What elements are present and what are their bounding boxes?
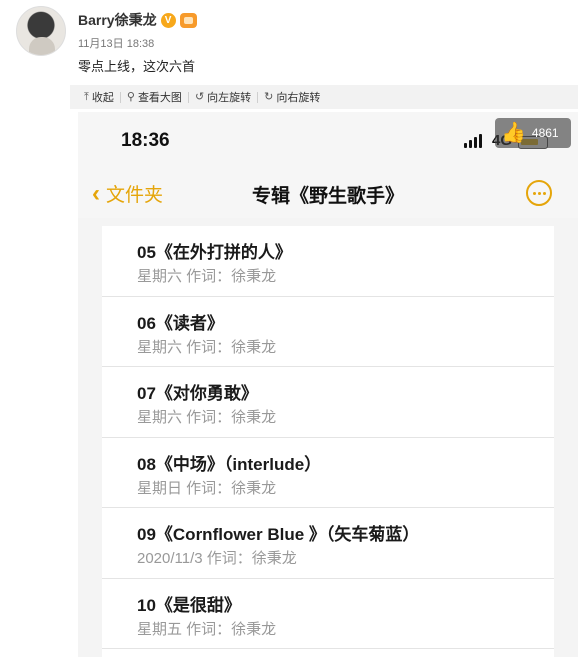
track-title: 10《是很甜》 bbox=[137, 595, 241, 615]
zoom-icon: ⚲ bbox=[126, 90, 135, 103]
rotate-left-button[interactable]: ↺ 向左旋转 bbox=[189, 89, 257, 105]
collapse-button[interactable]: ⤒ 收起 bbox=[78, 89, 120, 105]
track-title: 05《在外打拼的人》 bbox=[137, 243, 292, 262]
list-item[interactable]: 06《读者》 星期六 作词：徐秉龙 bbox=[102, 297, 554, 367]
signal-icon bbox=[464, 134, 482, 148]
track-list: 05《在外打拼的人》 星期六 作词：徐秉龙 06《读者》 星期六 作词：徐秉龙 … bbox=[102, 226, 554, 657]
notes-nav-bar: ‹ 文件夹 专辑《野生歌手》 bbox=[78, 168, 578, 218]
image-toolbar: ⤒ 收起 ⚲ 查看大图 ↺ 向左旋转 ↻ 向右旋转 bbox=[70, 85, 578, 109]
rotate-left-icon: ↺ bbox=[194, 90, 205, 103]
list-item[interactable]: 07《对你勇敢》 星期六 作词：徐秉龙 bbox=[102, 367, 554, 438]
rotate-right-icon: ↻ bbox=[264, 90, 274, 103]
list-item[interactable]: 05《在外打拼的人》 星期六 作词：徐秉龙 bbox=[102, 226, 554, 297]
view-large-label: 查看大图 bbox=[137, 92, 182, 104]
track-meta: 星期日 作词：徐秉龙 bbox=[137, 479, 277, 497]
list-item[interactable]: 09《Cornflower Blue 》（矢车菊蓝） 2020/11/3 作词：… bbox=[102, 508, 554, 579]
post-text: 零点上线，这次六首 bbox=[78, 59, 196, 74]
list-item[interactable]: 08《中场》（interlude） 星期日 作词：徐秉龙 bbox=[102, 438, 554, 508]
view-large-button[interactable]: ⚲ 查看大图 bbox=[121, 89, 188, 105]
rotate-right-label: 向右旋转 bbox=[276, 92, 321, 104]
thumbs-up-icon: 👍 bbox=[501, 122, 526, 144]
track-meta: 星期五 作词：徐秉龙 bbox=[137, 620, 277, 638]
collapse-icon: ⤒ bbox=[84, 90, 89, 103]
like-count: 4861 bbox=[531, 126, 559, 140]
nav-title: 专辑《野生歌手》 bbox=[251, 186, 404, 207]
member-badge-icon bbox=[179, 12, 197, 28]
post-image[interactable]: 18:36 4G 👍 4861 ‹ 文件夹 专辑《野生歌手》 05《在外打拼的人… bbox=[78, 112, 578, 657]
track-title: 07《对你勇敢》 bbox=[137, 384, 258, 403]
avatar[interactable] bbox=[16, 6, 66, 56]
rotate-right-button[interactable]: ↻ 向右旋转 bbox=[258, 89, 326, 105]
track-meta: 星期六 作词：徐秉龙 bbox=[137, 268, 277, 285]
track-meta: 星期六 作词：徐秉龙 bbox=[137, 409, 277, 426]
track-title: 06《读者》 bbox=[137, 313, 224, 333]
phone-status-bar: 18:36 4G 👍 4861 bbox=[78, 112, 578, 168]
author-line: Barry徐秉龙 V bbox=[78, 10, 197, 30]
track-title: 08《中场》（interlude） bbox=[137, 454, 322, 474]
list-item[interactable]: 10《是很甜》 星期五 作词：徐秉龙 bbox=[102, 579, 554, 649]
track-meta: 2020/11/3 作词：徐秉龙 bbox=[137, 550, 297, 567]
track-meta: 星期六 作词：徐秉龙 bbox=[137, 338, 277, 356]
collapse-label: 收起 bbox=[91, 92, 114, 104]
post-timestamp[interactable]: 11月13日 18:38 bbox=[78, 35, 154, 51]
verified-badge-icon: V bbox=[160, 12, 176, 28]
author-name[interactable]: Barry徐秉龙 bbox=[78, 10, 157, 30]
track-title: 09《Cornflower Blue 》（矢车菊蓝） bbox=[137, 525, 420, 544]
rotate-left-label: 向左旋转 bbox=[207, 92, 252, 104]
like-button[interactable]: 👍 4861 bbox=[495, 118, 571, 148]
more-icon[interactable] bbox=[526, 180, 552, 206]
phone-clock: 18:36 bbox=[121, 130, 170, 151]
